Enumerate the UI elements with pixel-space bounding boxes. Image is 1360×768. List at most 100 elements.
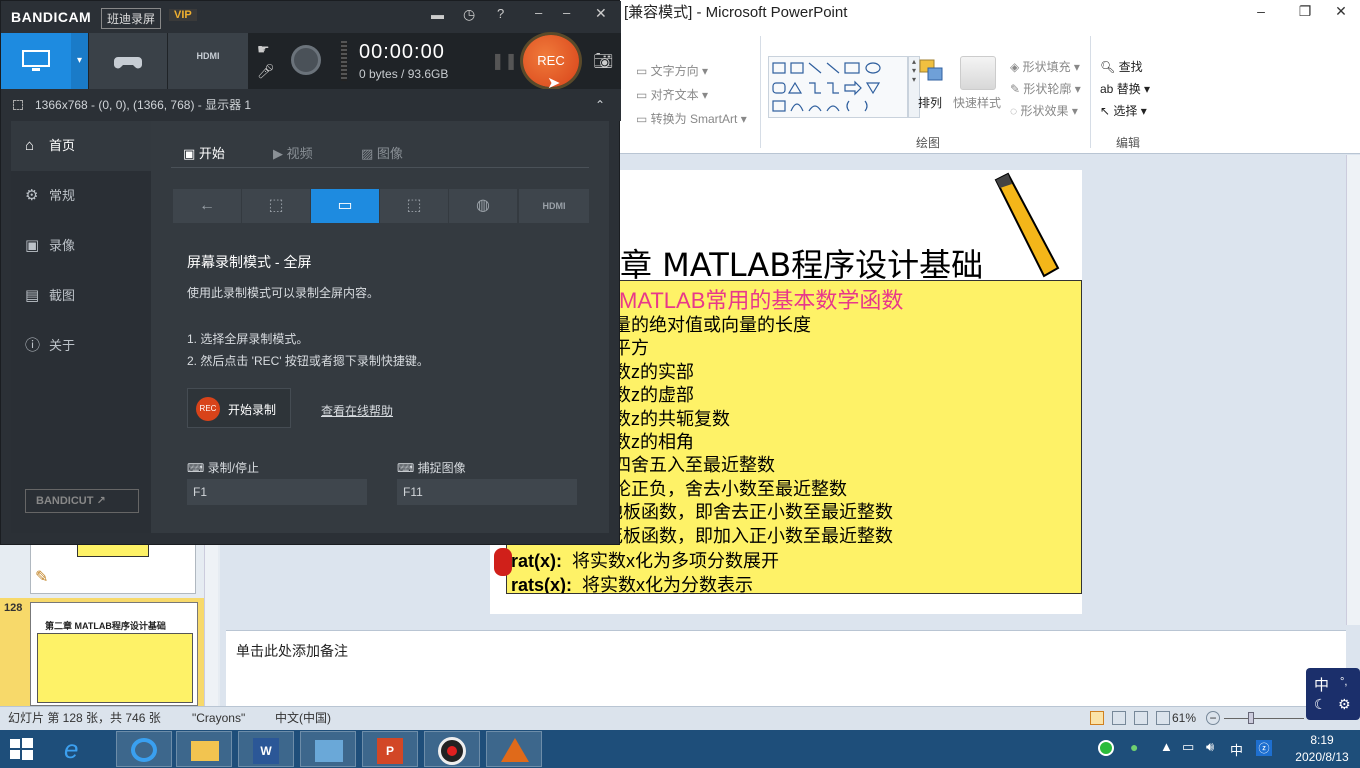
sidebar-item-home[interactable]: ⌂ 首页 bbox=[11, 121, 151, 171]
clock-time[interactable]: 8:19 bbox=[1292, 733, 1352, 747]
bandicut-button[interactable]: BANDICUT ↗ bbox=[25, 489, 139, 513]
sidebar-item-image[interactable]: ▤ 截图 bbox=[11, 271, 151, 321]
camera-icon[interactable]: 📷︎ bbox=[593, 51, 613, 71]
close-button[interactable]: ✕ bbox=[595, 5, 607, 22]
tray-status-icon[interactable] bbox=[1098, 740, 1114, 756]
rectangle-mode-button[interactable]: ⬚ bbox=[242, 189, 310, 223]
ime-indicator[interactable]: 中 bbox=[1230, 740, 1243, 759]
taskbar-item-bandicam[interactable] bbox=[424, 731, 480, 767]
start-button[interactable] bbox=[6, 734, 36, 764]
hotkey-capture-field[interactable]: F11 bbox=[397, 479, 577, 505]
info-icon: ⓘ bbox=[25, 337, 41, 354]
ie-icon[interactable]: e bbox=[64, 734, 78, 765]
vip-badge[interactable]: VIP bbox=[169, 9, 197, 21]
taskbar-item-powerpoint[interactable]: P bbox=[362, 731, 418, 767]
shape-fill-button[interactable]: ◈ 形状填充 ▾ bbox=[1010, 58, 1080, 75]
volume-icon[interactable]: 🔊︎ bbox=[1206, 739, 1214, 755]
convert-smartart-button[interactable]: ▭ 转换为 SmartArt ▾ bbox=[636, 110, 747, 127]
hdmi-mode-button[interactable]: HDMI bbox=[519, 189, 589, 223]
taskbar-item-photos[interactable] bbox=[300, 731, 356, 767]
wechat-icon[interactable]: ● bbox=[1130, 739, 1138, 755]
word-icon: W bbox=[253, 738, 279, 764]
taskbar-item-explorer[interactable] bbox=[176, 731, 232, 767]
cursor-icon[interactable]: ☛ bbox=[257, 41, 270, 58]
notes-pane[interactable]: 单击此处添加备注 bbox=[226, 630, 1346, 706]
select-button[interactable]: ↖ 选择 ▾ bbox=[1100, 102, 1147, 119]
taskbar-item-edge[interactable] bbox=[116, 731, 172, 767]
tab-video[interactable]: ▶ 视频 bbox=[273, 143, 313, 162]
bandicam-sidebar: ⌂ 首页 ⚙ 常规 ▣ 录像 ▤ 截图 ⓘ 关于 BANDICUT ↗ bbox=[11, 121, 151, 533]
ime-mode: 中 bbox=[1314, 677, 1330, 694]
arrange-button[interactable]: 排列 bbox=[918, 94, 942, 111]
network-icon[interactable]: ▭ bbox=[1182, 739, 1194, 755]
sorter-view-icon[interactable] bbox=[1112, 711, 1126, 725]
cursor-area-mode-button[interactable]: ⬚ bbox=[380, 189, 448, 223]
help-icon[interactable]: ? bbox=[497, 6, 504, 21]
device-mode-button[interactable]: HDMI bbox=[168, 33, 248, 89]
ime-widget[interactable]: 中 °, ☾ ⚙ bbox=[1306, 668, 1360, 720]
help-link[interactable]: 查看在线帮助 bbox=[321, 402, 393, 419]
sidebar-item-about[interactable]: ⓘ 关于 bbox=[11, 321, 151, 371]
replace-button[interactable]: ab 替换 ▾ bbox=[1100, 80, 1150, 97]
thumbnail-title: 第二章 MATLAB程序设计基础 bbox=[45, 621, 166, 631]
maximize-button[interactable]: – bbox=[563, 5, 570, 20]
start-record-button[interactable]: REC 开始录制 bbox=[187, 388, 291, 428]
text-direction-button[interactable]: ▭ 文字方向 ▾ bbox=[636, 62, 708, 79]
input-method-icon[interactable]: ⓩ bbox=[1256, 740, 1272, 756]
game-mode-button[interactable] bbox=[89, 33, 167, 89]
hotkey-record-label: ⌨ 录制/停止 bbox=[187, 461, 259, 475]
level-meter bbox=[341, 41, 347, 81]
thumbnail-prev[interactable]: ✎ bbox=[30, 542, 196, 594]
collapse-icon[interactable]: ⌃ bbox=[595, 89, 605, 121]
zoom-slider[interactable] bbox=[1224, 718, 1304, 719]
hdmi-icon: HDMI bbox=[196, 51, 220, 61]
hotkey-capture-label: ⌨ 捕捉图像 bbox=[397, 461, 466, 475]
taskbar-item-matlab[interactable] bbox=[486, 731, 542, 767]
hotkey-record-field[interactable]: F1 bbox=[187, 479, 367, 505]
language-indicator[interactable]: 中文(中国) bbox=[275, 707, 331, 729]
slideshow-icon[interactable] bbox=[1156, 711, 1170, 725]
game-mode-tab-button[interactable]: ◍ bbox=[449, 189, 517, 223]
minimize-button[interactable]: – bbox=[1244, 0, 1278, 24]
reading-view-icon[interactable] bbox=[1134, 711, 1148, 725]
tab-image[interactable]: ▨ 图像 bbox=[361, 143, 403, 162]
sidebar-item-general[interactable]: ⚙ 常规 bbox=[11, 171, 151, 221]
zoom-slider-thumb[interactable] bbox=[1248, 712, 1254, 724]
find-button[interactable]: 🔍︎ 查找 bbox=[1100, 58, 1143, 75]
taskbar-item-word[interactable]: W bbox=[238, 731, 294, 767]
close-button[interactable]: ✕ bbox=[1322, 0, 1360, 24]
microphone-icon[interactable]: 🎤︎ bbox=[257, 63, 275, 80]
folder-icon[interactable]: ▬ bbox=[431, 7, 444, 22]
fullscreen-mode-button[interactable]: ▭ bbox=[311, 189, 379, 223]
back-button[interactable]: ← bbox=[173, 189, 241, 223]
crayon-icon bbox=[994, 172, 1060, 278]
tab-start[interactable]: ▣ 开始 bbox=[183, 143, 225, 162]
slide-scrollbar[interactable] bbox=[1346, 155, 1360, 625]
step-two: 2. 然后点击 'REC' 按钮或者摁下录制快捷键。 bbox=[187, 354, 429, 368]
moon-icon: ☾ bbox=[1314, 696, 1327, 712]
screen-mode-button[interactable] bbox=[1, 33, 71, 89]
pause-icon[interactable]: ❚❚ bbox=[491, 51, 518, 71]
clock-icon[interactable]: ◷ bbox=[463, 6, 475, 23]
resolution-text[interactable]: 1366x768 - (0, 0), (1366, 768) - 显示器 1 bbox=[35, 89, 251, 121]
normal-view-icon[interactable] bbox=[1090, 711, 1104, 725]
zoom-level[interactable]: 61% bbox=[1172, 707, 1196, 729]
minimize-button[interactable]: – bbox=[535, 5, 542, 20]
thumbnail-scrollbar[interactable] bbox=[204, 540, 218, 706]
quick-styles-button[interactable]: 快速样式 bbox=[953, 94, 1001, 111]
up-arrow-icon[interactable]: ▲ bbox=[1160, 739, 1173, 754]
shape-outline-button[interactable]: ✎ 形状轮廓 ▾ bbox=[1010, 80, 1081, 97]
clock-date[interactable]: 2020/8/13 bbox=[1288, 750, 1356, 764]
sidebar-item-video[interactable]: ▣ 录像 bbox=[11, 221, 151, 271]
shapes-gallery[interactable] bbox=[768, 56, 908, 118]
theme-name: "Crayons" bbox=[192, 711, 246, 725]
shape-effects-button[interactable]: ◌ 形状效果 ▾ bbox=[1010, 102, 1078, 119]
mode-dropdown-button[interactable]: ▾ bbox=[71, 33, 88, 89]
slide-bold-line: rat(x): 将实数x化为多项分数展开 bbox=[511, 551, 780, 571]
webcam-icon[interactable] bbox=[291, 45, 321, 75]
align-text-button[interactable]: ▭ 对齐文本 ▾ bbox=[636, 86, 708, 103]
restore-button[interactable]: ❐ bbox=[1288, 0, 1322, 24]
file-size: 0 bytes / 93.6GB bbox=[359, 67, 449, 81]
thumbnail-selected[interactable]: 128 第二章 MATLAB程序设计基础 bbox=[0, 598, 204, 708]
zoom-out-icon[interactable]: − bbox=[1206, 711, 1220, 725]
